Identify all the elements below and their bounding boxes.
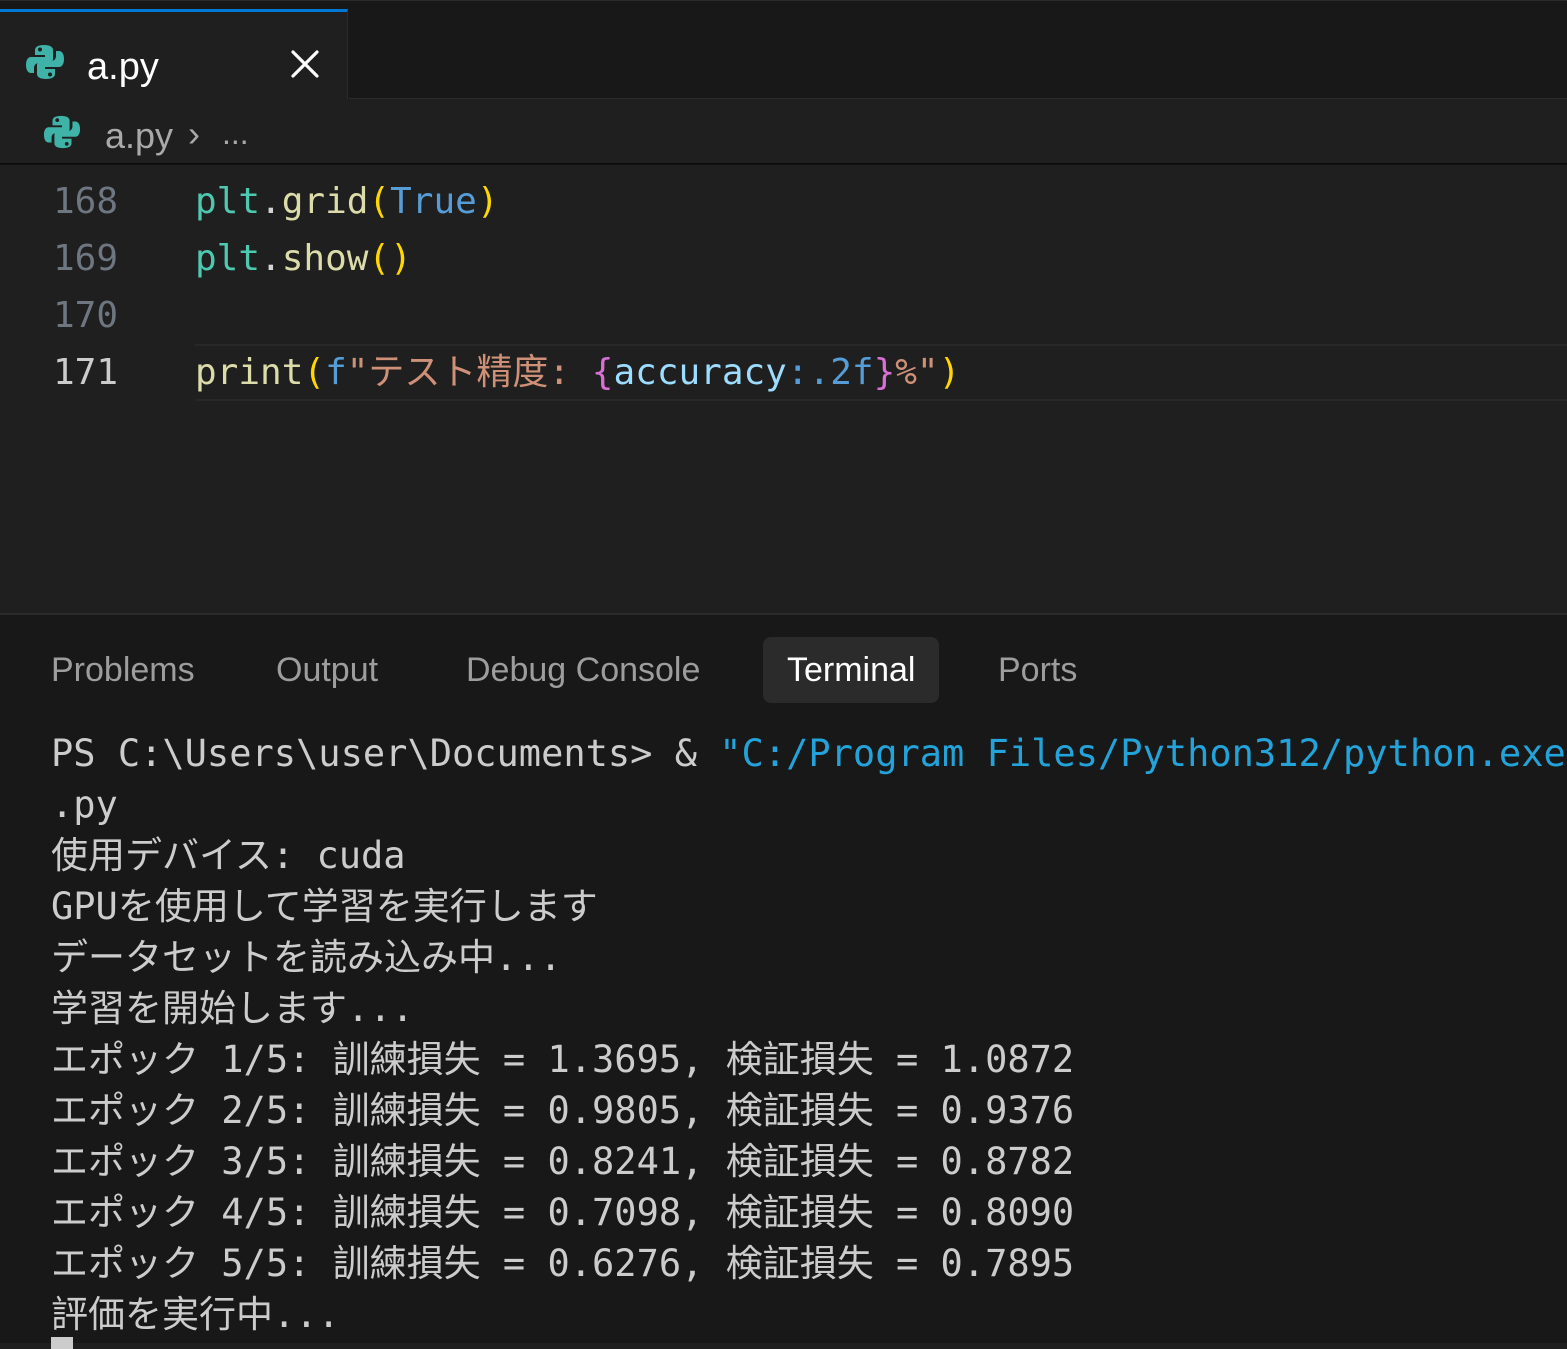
code-line[interactable]: 169 plt.show() [0, 230, 1567, 287]
code-token: accuracy [613, 352, 787, 393]
python-file-icon [43, 115, 81, 149]
tab-debug-console[interactable]: Debug Console [466, 637, 700, 703]
code-token: plt [195, 238, 261, 279]
tab-output[interactable]: Output [276, 637, 378, 703]
line-number: 170 [52, 295, 118, 336]
line-number: 168 [52, 181, 118, 222]
editor-tab-bar: a.py [0, 0, 1567, 100]
terminal-command-path: "C:/Program Files/Python312/python.exe" [719, 732, 1567, 775]
code-token: grid [281, 181, 369, 222]
terminal-cursor [51, 1337, 73, 1349]
code-token: . [260, 181, 282, 222]
code-token: ( [368, 238, 391, 279]
line-number: 171 [52, 352, 118, 393]
code-text: plt.grid(True) [195, 173, 499, 230]
python-file-icon [26, 45, 64, 79]
tab-terminal[interactable]: Terminal [763, 637, 940, 703]
tab-a-py[interactable]: a.py [0, 9, 348, 100]
breadcrumb: a.py › ... [0, 99, 1567, 165]
code-text: plt.show() [195, 230, 412, 287]
code-token: ( [368, 181, 391, 222]
code-token: f [325, 352, 347, 393]
breadcrumb-file[interactable]: a.py [105, 115, 173, 157]
terminal-line: エポック 4/5: 訓練損失 = 0.7098, 検証損失 = 0.8090 [51, 1191, 1075, 1234]
terminal-line: GPUを使用して学習を実行します [51, 885, 598, 928]
chevron-right-icon: › [188, 113, 200, 154]
code-token: ) [476, 181, 499, 222]
code-token: :.2f [786, 352, 874, 393]
code-token: } [873, 352, 896, 393]
code-token: ) [390, 238, 412, 279]
code-line[interactable]: 168 plt.grid(True) [0, 173, 1567, 230]
code-editor[interactable]: 168 plt.grid(True) 169 plt.show() 170 17… [0, 165, 1567, 613]
close-icon[interactable] [287, 46, 323, 82]
code-token: ( [303, 352, 326, 393]
code-token: True [390, 181, 477, 222]
code-token: %" [895, 352, 939, 393]
terminal-line: データセットを読み込み中... [51, 936, 562, 979]
code-token: show [281, 238, 369, 279]
current-code-line[interactable]: 171 print(f"テスト精度: {accuracy:.2f}%") [0, 344, 1567, 401]
terminal-line: PS C:\Users\user\Documents> & "C:/Progra… [51, 728, 1567, 779]
terminal-line: エポック 1/5: 訓練損失 = 1.3695, 検証損失 = 1.0872 [51, 1038, 1075, 1081]
terminal-line: エポック 2/5: 訓練損失 = 0.9805, 検証損失 = 0.9376 [51, 1089, 1075, 1132]
terminal-prompt: PS C:\Users\user\Documents> & [51, 732, 720, 775]
code-text: print(f"テスト精度: {accuracy:.2f}%") [195, 344, 960, 401]
code-line[interactable]: 170 [0, 287, 1567, 344]
breadcrumb-symbols[interactable]: ... [222, 115, 249, 152]
line-number: 169 [52, 238, 118, 279]
terminal-line: 評価を実行中... [51, 1293, 340, 1336]
code-token: plt [195, 181, 261, 222]
terminal-line: .py [51, 783, 118, 826]
tab-ports[interactable]: Ports [998, 637, 1077, 703]
terminal-output[interactable]: PS C:\Users\user\Documents> & "C:/Progra… [51, 728, 1567, 1340]
code-token: ) [938, 352, 961, 393]
tab-label: a.py [87, 46, 159, 88]
code-token: { [591, 352, 614, 393]
tab-problems[interactable]: Problems [51, 637, 195, 703]
terminal-line: 学習を開始します... [51, 987, 414, 1030]
bottom-panel: Problems Output Debug Console Terminal P… [0, 613, 1567, 1349]
terminal-line: エポック 3/5: 訓練損失 = 0.8241, 検証損失 = 0.8782 [51, 1140, 1075, 1183]
code-token: "テスト精度: [346, 352, 592, 393]
terminal-line: 使用デバイス: cuda [51, 834, 406, 877]
code-token: . [260, 238, 282, 279]
terminal-line: エポック 5/5: 訓練損失 = 0.6276, 検証損失 = 0.7895 [51, 1242, 1075, 1285]
code-token: print [195, 352, 304, 393]
